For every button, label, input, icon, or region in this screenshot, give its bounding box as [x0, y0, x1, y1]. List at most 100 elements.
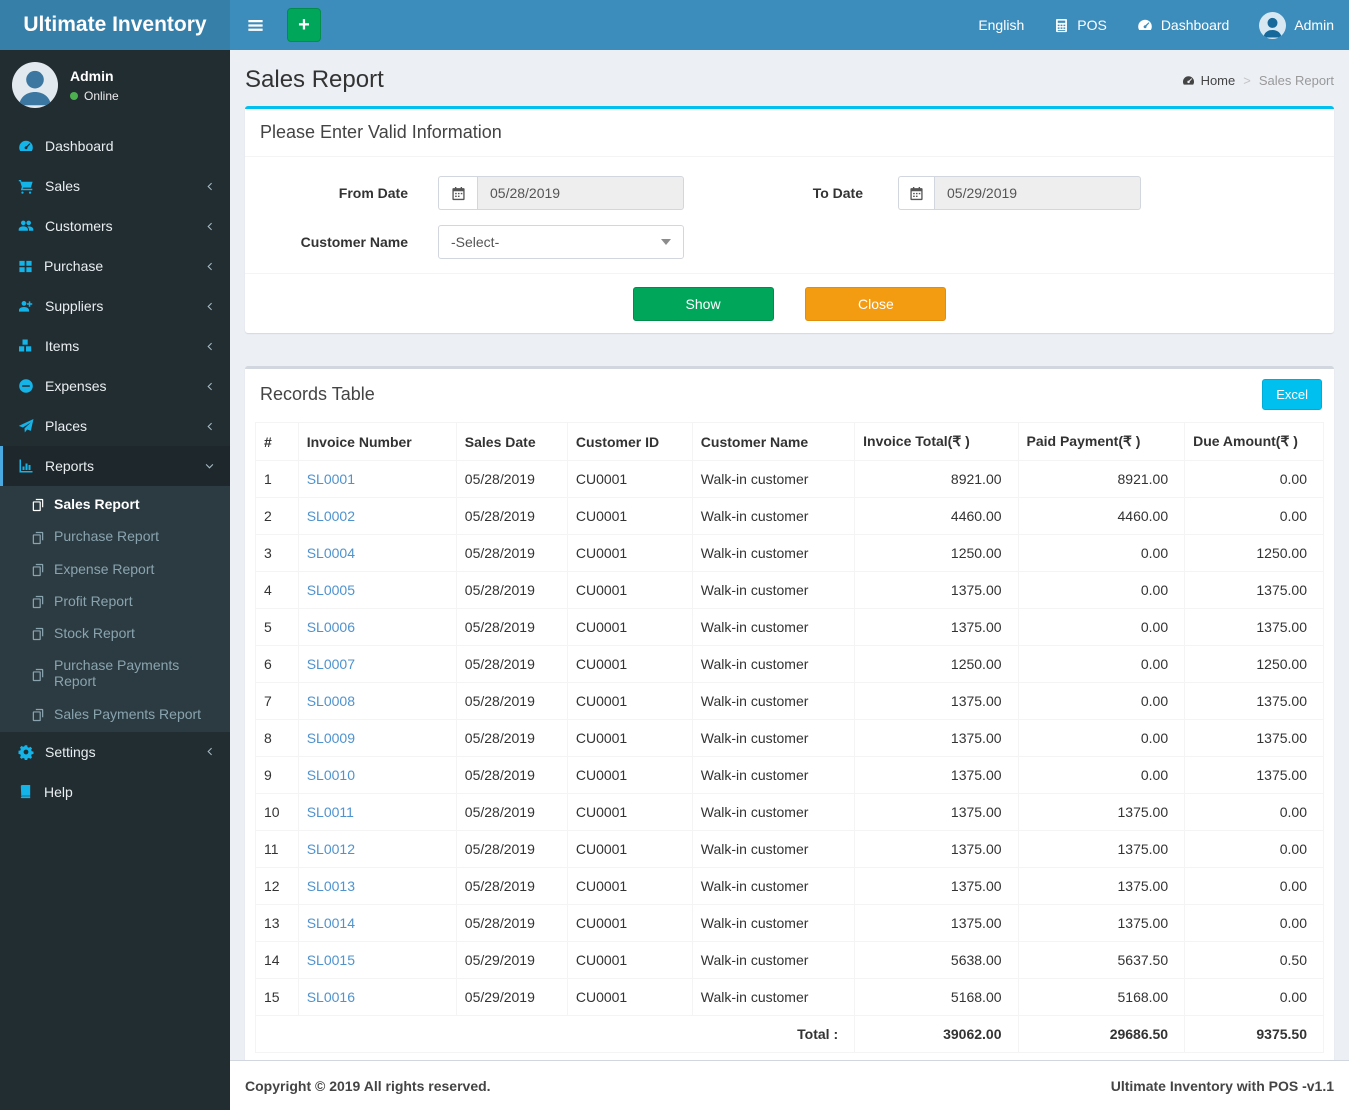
user-plus-icon [18, 298, 34, 314]
user-menu[interactable]: Admin [1244, 0, 1349, 50]
cell-invoice_number: SL0013 [297, 867, 457, 905]
quick-add-button[interactable]: + [287, 8, 321, 42]
sidebar-link-dashboard[interactable]: Dashboard [0, 126, 230, 166]
invoice-link[interactable]: SL0004 [307, 545, 355, 561]
table-row: 4 SL0005 05/28/2019 CU0001 Walk-in customer 1… [255, 571, 1324, 609]
invoice-link[interactable]: SL0001 [307, 471, 355, 487]
cell-customer_id: CU0001 [566, 867, 693, 905]
submenu-link-purchase-report[interactable]: Purchase Report [0, 520, 230, 552]
person-icon [1263, 17, 1282, 37]
invoice-link[interactable]: SL0014 [307, 915, 355, 931]
to-date-calendar-addon[interactable] [898, 176, 934, 210]
sidebar-user-status: Online [70, 89, 119, 103]
show-button[interactable]: Show [632, 287, 774, 321]
sidebar-item-customers: Customers [0, 206, 230, 246]
cell-invoice_number: SL0001 [297, 460, 457, 498]
invoice-link[interactable]: SL0013 [307, 878, 355, 894]
chevron-left-icon [204, 221, 215, 232]
submenu-link-stock-report[interactable]: Stock Report [0, 617, 230, 649]
submenu-item-purchase-report: Purchase Report [0, 520, 230, 552]
user-label: Admin [1294, 17, 1334, 33]
invoice-link[interactable]: SL0011 [307, 804, 354, 820]
cell-paid_payment: 1375.00 [1017, 793, 1186, 831]
from-date-calendar-addon[interactable] [438, 176, 477, 210]
sidebar-link-purchase[interactable]: Purchase [0, 246, 230, 286]
table-row: 3 SL0004 05/28/2019 CU0001 Walk-in customer 1… [255, 534, 1324, 572]
cell-due_amount: 1375.00 [1184, 682, 1324, 720]
customer-select[interactable]: -Select- [438, 225, 684, 259]
cell-customer_id: CU0001 [566, 978, 693, 1016]
cell-invoice_total: 1375.00 [854, 793, 1019, 831]
sidebar-link-places[interactable]: Places [0, 406, 230, 446]
submenu-link-purchase-payments-report[interactable]: Purchase Payments Report [0, 649, 230, 697]
sidebar-link-expenses[interactable]: Expenses [0, 366, 230, 406]
sidebar-item-dashboard: Dashboard [0, 126, 230, 166]
invoice-link[interactable]: SL0007 [307, 656, 355, 672]
cell-due_amount: 1250.00 [1184, 534, 1324, 572]
breadcrumb-home-link[interactable]: Home [1182, 73, 1235, 88]
avatar [12, 62, 58, 108]
sidebar-link-customers[interactable]: Customers [0, 206, 230, 246]
invoice-link[interactable]: SL0002 [307, 508, 355, 524]
from-date-input[interactable] [477, 176, 684, 210]
navbar: + English POS Dashboard Admin [230, 0, 1349, 50]
cell-sales_date: 05/29/2019 [455, 941, 568, 979]
cell-invoice_number: SL0011 [297, 793, 457, 831]
invoice-link[interactable]: SL0009 [307, 730, 355, 746]
sidebar-toggle-button[interactable] [230, 0, 281, 50]
sidebar-link-reports[interactable]: Reports [0, 446, 230, 486]
calculator-icon [1056, 18, 1068, 32]
bar-chart-icon [18, 458, 34, 474]
cell-due_amount: 1375.00 [1184, 756, 1324, 794]
submenu-link-sales-report[interactable]: Sales Report [0, 488, 230, 520]
cell-invoice_number: SL0006 [297, 608, 457, 646]
sidebar-link-sales[interactable]: Sales [0, 166, 230, 206]
table-header-row: # Invoice Number Sales Date Customer ID … [255, 422, 1324, 461]
invoice-link[interactable]: SL0015 [307, 952, 355, 968]
cell-due_amount: 0.00 [1184, 830, 1324, 868]
invoice-link[interactable]: SL0005 [307, 582, 355, 598]
cell-paid_payment: 8921.00 [1017, 460, 1186, 498]
cell-customer_name: Walk-in customer [691, 941, 856, 979]
cell-num: 13 [255, 904, 299, 942]
cell-sales_date: 05/28/2019 [455, 904, 568, 942]
cell-num: 8 [255, 719, 299, 757]
col-header-due-amount: Due Amount(₹ ) [1184, 422, 1324, 461]
sidebar-menu: Dashboard Sales Customers Purchase Suppl… [0, 126, 230, 812]
app-logo[interactable]: Ultimate Inventory [0, 0, 230, 50]
table-row: 12 SL0013 05/28/2019 CU0001 Walk-in customer… [255, 867, 1324, 905]
cell-due_amount: 0.00 [1184, 904, 1324, 942]
dashboard-link[interactable]: Dashboard [1122, 0, 1245, 50]
cell-paid_payment: 0.00 [1017, 756, 1186, 794]
cell-paid_payment: 0.00 [1017, 645, 1186, 683]
cell-invoice_number: SL0008 [297, 682, 457, 720]
sidebar-link-items[interactable]: Items [0, 326, 230, 366]
col-header-customer-name: Customer Name [691, 422, 856, 461]
submenu-item-sales-report: Sales Report [0, 488, 230, 520]
cell-sales_date: 05/28/2019 [455, 645, 568, 683]
submenu-link-profit-report[interactable]: Profit Report [0, 585, 230, 617]
invoice-link[interactable]: SL0008 [307, 693, 355, 709]
close-button[interactable]: Close [805, 287, 947, 321]
submenu-link-sales-payments-report[interactable]: Sales Payments Report [0, 697, 230, 729]
invoice-link[interactable]: SL0016 [307, 989, 355, 1005]
cell-due_amount: 0.00 [1184, 867, 1324, 905]
records-table: # Invoice Number Sales Date Customer ID … [254, 422, 1324, 1053]
cell-invoice_total: 5168.00 [854, 978, 1019, 1016]
sidebar-link-help[interactable]: Help [0, 772, 230, 812]
cell-due_amount: 0.50 [1184, 941, 1324, 979]
excel-export-button[interactable]: Excel [1262, 379, 1322, 410]
invoice-link[interactable]: SL0010 [307, 767, 355, 783]
submenu-link-expense-report[interactable]: Expense Report [0, 553, 230, 585]
language-menu[interactable]: English [963, 0, 1039, 50]
sidebar-link-settings[interactable]: Settings [0, 732, 230, 772]
cell-num: 1 [255, 460, 299, 498]
invoice-link[interactable]: SL0006 [307, 619, 355, 635]
to-date-input[interactable] [934, 176, 1141, 210]
sidebar-link-suppliers[interactable]: Suppliers [0, 286, 230, 326]
reports-submenu: Sales Report Purchase Report Expense Rep… [0, 486, 230, 732]
invoice-link[interactable]: SL0012 [307, 841, 355, 857]
cell-sales_date: 05/28/2019 [455, 719, 568, 757]
pos-link[interactable]: POS [1039, 0, 1122, 50]
cell-invoice_number: SL0009 [297, 719, 457, 757]
